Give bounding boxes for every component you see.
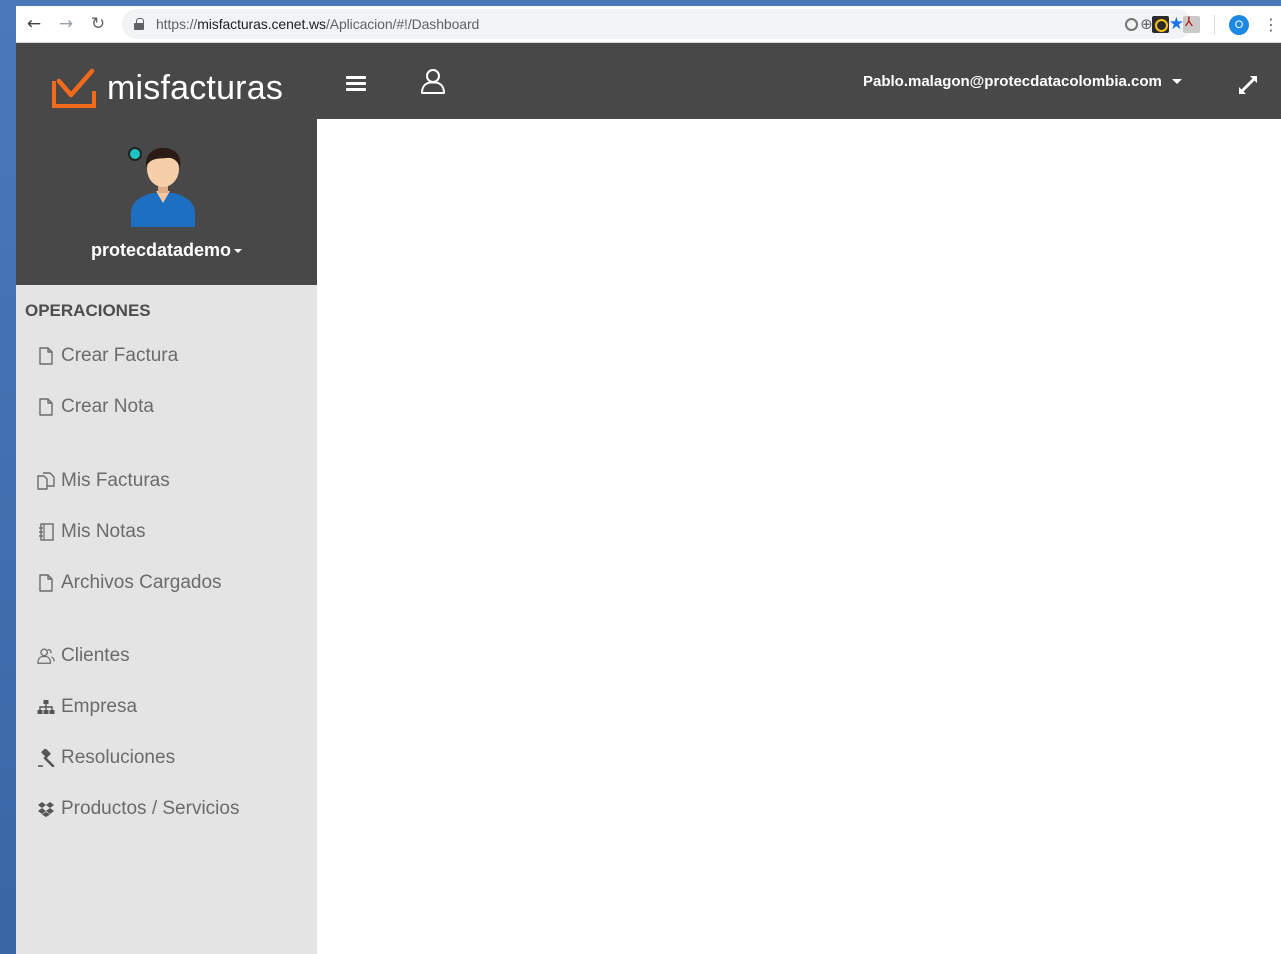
sidebar-item-label: Mis Facturas: [61, 470, 170, 491]
browser-toolbar: ← → ↻ https://misfacturas.cenet.ws/Aplic…: [16, 6, 1281, 43]
profile-username-dropdown[interactable]: protecdatademo: [16, 240, 317, 261]
logo-text: misfacturas: [107, 68, 284, 107]
sidebar-item-label: Crear Factura: [61, 345, 179, 366]
sidebar-item-mis-notas[interactable]: Mis Notas: [37, 517, 145, 547]
dropbox-icon: [37, 799, 55, 819]
sidebar-item-crear-nota[interactable]: Crear Nota: [37, 392, 154, 422]
sidebar-item-label: Productos / Servicios: [61, 798, 240, 819]
app-header: misfacturas Pablo.malagon@protecdatacolo…: [16, 43, 1281, 119]
sitemap-icon: [37, 697, 55, 717]
url-text[interactable]: https://misfacturas.cenet.ws/Aplicacion/…: [156, 16, 479, 32]
user-email-dropdown[interactable]: Pablo.malagon@protecdatacolombia.com: [863, 73, 1182, 90]
hamburger-menu-icon[interactable]: [346, 76, 366, 92]
address-bar[interactable]: https://misfacturas.cenet.ws/Aplicacion/…: [122, 9, 1192, 39]
sidebar-item-label: Mis Notas: [61, 521, 146, 542]
main-content: [317, 119, 1281, 954]
profile-panel: protecdatademo: [16, 119, 317, 285]
extension-check-icon[interactable]: [1152, 16, 1169, 33]
file-icon: [37, 346, 55, 366]
profile-avatar-icon[interactable]: O: [1229, 14, 1249, 35]
gavel-icon: [37, 748, 55, 768]
online-status-indicator: [128, 147, 142, 161]
pdf-extension-icon[interactable]: [1183, 15, 1200, 33]
sidebar-item-label: Empresa: [61, 696, 138, 717]
desktop-background-left: [0, 0, 16, 954]
sidebar-section-title: OPERACIONES: [25, 301, 151, 320]
sidebar-item-crear-factura[interactable]: Crear Factura: [37, 341, 178, 371]
sidebar-item-archivos-cargados[interactable]: Archivos Cargados: [37, 568, 222, 598]
fullscreen-expand-icon[interactable]: [1236, 73, 1260, 97]
lock-icon[interactable]: [134, 18, 144, 30]
sidebar-item-label: Archivos Cargados: [61, 572, 222, 593]
chevron-down-icon: [1171, 79, 1182, 84]
chevron-down-icon: [234, 249, 243, 254]
sidebar-item-label: Clientes: [61, 645, 130, 666]
sidebar-item-label: Resoluciones: [61, 747, 176, 768]
back-arrow-icon[interactable]: ←: [18, 8, 50, 40]
logo[interactable]: misfacturas: [51, 67, 283, 109]
extension-circle-icon[interactable]: [1125, 18, 1138, 31]
file-icon: [37, 397, 55, 417]
sidebar: OPERACIONES Crear Factura Crear Nota Mis…: [16, 285, 317, 954]
user-profile-icon[interactable]: [419, 67, 447, 95]
reload-icon[interactable]: ↻: [82, 8, 114, 40]
user-email-label: Pablo.malagon@protecdatacolombia.com: [863, 73, 1162, 90]
notebook-icon: [37, 522, 55, 542]
sidebar-item-productos-servicios[interactable]: Productos / Servicios: [37, 794, 239, 824]
toolbar-divider: [1214, 14, 1215, 35]
forward-arrow-icon[interactable]: →: [50, 8, 82, 40]
browser-menu-icon[interactable]: ⋮: [1263, 15, 1279, 34]
files-icon: [37, 471, 55, 491]
sidebar-item-clientes[interactable]: Clientes: [37, 641, 130, 671]
users-icon: [37, 646, 55, 666]
file-icon: [37, 573, 55, 593]
sidebar-item-resoluciones[interactable]: Resoluciones: [37, 743, 175, 773]
profile-username: protecdatademo: [90, 240, 232, 260]
sidebar-item-label: Crear Nota: [61, 396, 154, 417]
sidebar-item-mis-facturas[interactable]: Mis Facturas: [37, 466, 170, 496]
sidebar-item-empresa[interactable]: Empresa: [37, 692, 137, 722]
extensions-area: O ⋮: [1125, 6, 1281, 43]
logo-mark-icon: [52, 68, 96, 108]
